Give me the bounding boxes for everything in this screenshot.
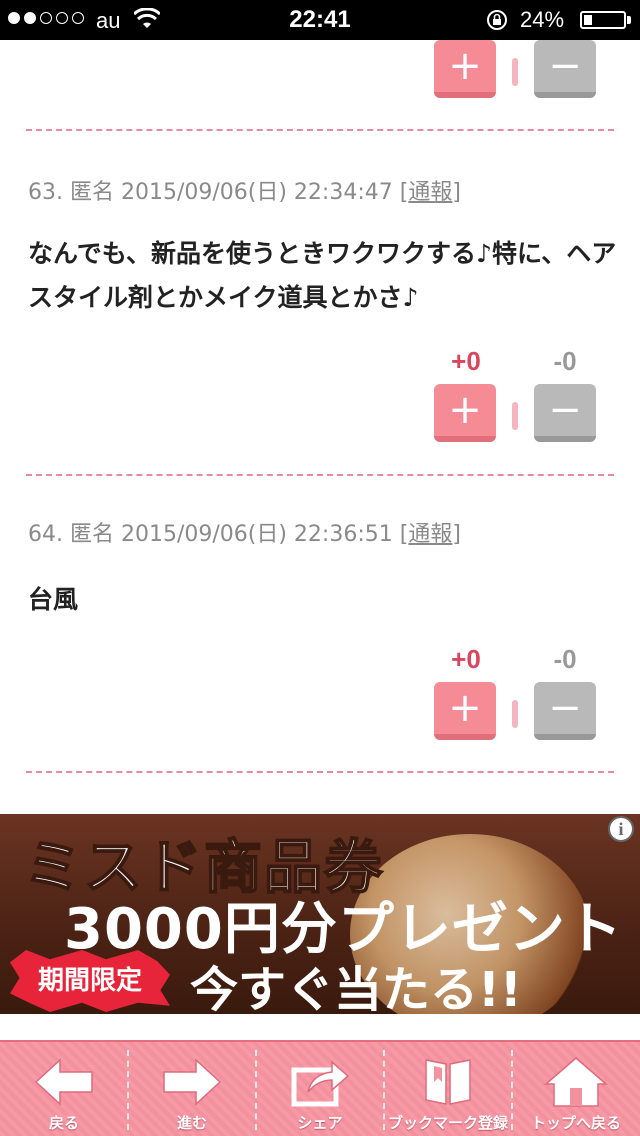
- forward-button[interactable]: 進む: [128, 1042, 256, 1136]
- minus-count: -0: [553, 346, 577, 376]
- plus-count: +0: [451, 346, 481, 376]
- minus-count: -0: [553, 644, 577, 674]
- forward-label: 進む: [176, 1114, 207, 1132]
- comment-meta: 64. 匿名 2015/09/06(日) 22:36:51 [通報]: [28, 516, 461, 548]
- page: au 22:41 24% + − 63. 匿名 2015/09/06(日) 22…: [0, 0, 640, 1136]
- comment-header: 64. 匿名 2015/09/06(日) 22:36:51: [28, 522, 393, 547]
- back-label: 戻る: [48, 1114, 79, 1132]
- report-link[interactable]: 通報: [408, 522, 452, 547]
- ad-badge: 期間限定: [10, 950, 170, 1012]
- bookmark-button[interactable]: ブックマーク登録: [384, 1042, 512, 1136]
- report-bracket: ]: [452, 180, 461, 205]
- share-button[interactable]: シェア: [256, 1042, 384, 1136]
- plus-vote-button[interactable]: +: [434, 40, 496, 98]
- top-label: トップへ戻る: [530, 1114, 621, 1132]
- comment-body: 台風: [28, 585, 79, 614]
- minus-vote-button[interactable]: −: [534, 40, 596, 98]
- comment-meta: 63. 匿名 2015/09/06(日) 22:34:47 [通報]: [28, 174, 461, 206]
- vote-controls: +0 -0 + −: [434, 346, 600, 446]
- ad-info-icon[interactable]: i: [608, 816, 634, 842]
- share-label: シェア: [297, 1114, 343, 1132]
- comment-divider: [26, 129, 614, 131]
- arrow-right-icon: [163, 1058, 222, 1106]
- ad-banner[interactable]: ミスド商品券 3000円分プレゼント 期間限定 今すぐ当たる!! i: [0, 814, 640, 1014]
- battery-tip: [627, 16, 631, 24]
- arrow-left-icon: [34, 1058, 93, 1106]
- vote-separator: [512, 402, 518, 430]
- comment-header: 63. 匿名 2015/09/06(日) 22:34:47: [28, 180, 393, 205]
- bookmark-label: ブックマーク登録: [387, 1114, 508, 1132]
- minus-vote-button[interactable]: −: [534, 384, 596, 442]
- plus-count: +0: [451, 644, 481, 674]
- home-icon: [544, 1057, 608, 1107]
- plus-vote-button[interactable]: +: [434, 682, 496, 740]
- book-icon: [425, 1059, 471, 1105]
- comment-body: なんでも、新品を使うときワクワクする♪特に、ヘアスタイル剤とかメイク道具とかさ♪: [28, 239, 617, 312]
- vote-controls: + −: [434, 0, 600, 100]
- report-bracket: ]: [452, 522, 461, 547]
- top-button[interactable]: トップへ戻る: [512, 1042, 640, 1136]
- bottom-toolbar: 戻る 進む シェア ブックマーク登録 トップへ戻る: [0, 1040, 640, 1136]
- comment-divider: [26, 771, 614, 773]
- ad-cta: 今すぐ当たる!!: [190, 962, 522, 1014]
- comment-divider: [26, 474, 614, 476]
- report-link[interactable]: 通報: [408, 180, 452, 205]
- vote-controls: +0 -0 + −: [434, 644, 600, 744]
- plus-vote-button[interactable]: +: [434, 384, 496, 442]
- vote-separator: [512, 700, 518, 728]
- minus-vote-button[interactable]: −: [534, 682, 596, 740]
- back-button[interactable]: 戻る: [0, 1042, 128, 1136]
- vote-separator: [512, 58, 518, 86]
- share-icon: [291, 1060, 350, 1107]
